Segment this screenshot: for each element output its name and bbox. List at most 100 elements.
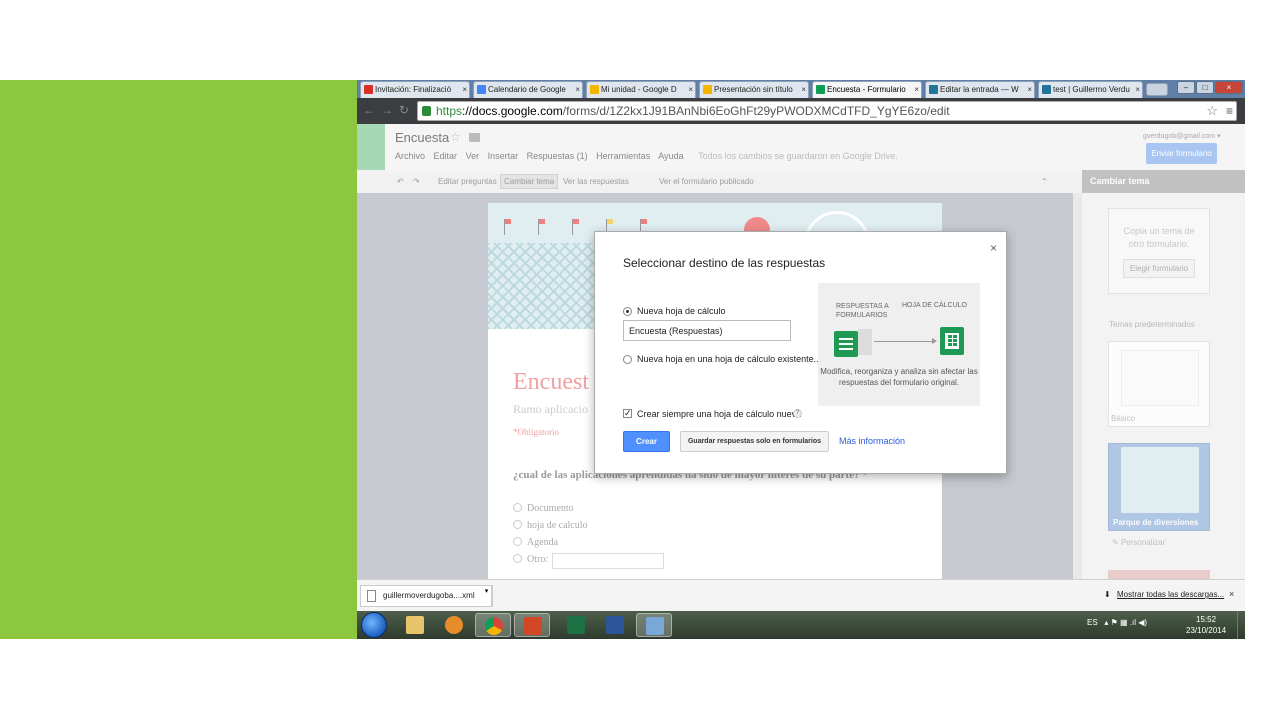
menu-ayuda[interactable]: Ayuda — [658, 151, 683, 161]
user-email[interactable]: gverdugob@gmail.com ▾ — [1143, 132, 1221, 140]
change-theme-button[interactable]: Cambiar tema — [500, 174, 559, 189]
folder-icon[interactable] — [469, 133, 480, 142]
download-icon: ⬇ — [1104, 590, 1111, 599]
tab-label: Mi unidad - Google D — [601, 85, 677, 94]
option-hoja-de-calculo[interactable]: hoja de calculo — [513, 520, 588, 531]
window-close-button[interactable]: × — [1215, 81, 1243, 94]
minimize-button[interactable]: – — [1177, 81, 1195, 94]
undo-icon[interactable]: ↶ — [397, 177, 404, 186]
choose-form-button[interactable]: Elegir formulario — [1122, 259, 1196, 278]
forms-header — [357, 124, 1245, 174]
tab-drive[interactable]: Mi unidad - Google D × — [586, 81, 696, 98]
option-otro[interactable]: Otro: — [513, 554, 548, 565]
menu-herramientas[interactable]: Herramientas — [596, 151, 650, 161]
bookmark-star-icon[interactable]: ☆ — [1206, 102, 1218, 120]
always-new-sheet-checkbox[interactable]: ✓ — [623, 409, 632, 418]
redo-icon[interactable]: ↷ — [413, 177, 420, 186]
close-icon[interactable]: × — [575, 82, 580, 97]
close-icon[interactable]: × — [914, 82, 919, 97]
sheet-name-input[interactable] — [623, 320, 791, 341]
taskbar-network[interactable] — [636, 613, 672, 637]
chrome-menu-icon[interactable]: ≡ — [1226, 102, 1233, 120]
menu-ver[interactable]: Ver — [466, 151, 480, 161]
taskbar-chrome[interactable] — [475, 613, 511, 637]
tab-gmail[interactable]: Invitación: Finalizació × — [360, 81, 470, 98]
info-label-forms: RESPUESTAS A FORMULARIOS — [836, 303, 889, 319]
tab-calendar[interactable]: Calendario de Google × — [473, 81, 583, 98]
taskbar-media-player[interactable] — [436, 613, 472, 637]
chrome-icon — [485, 617, 503, 635]
downloads-bar: guillermoverdugoba....xml ▾ ⬇ Mostrar to… — [357, 579, 1245, 611]
menu-insertar[interactable]: Insertar — [488, 151, 519, 161]
collapse-icon[interactable]: ⌃ — [1041, 177, 1048, 186]
help-icon[interactable]: ? — [793, 409, 802, 418]
download-item[interactable]: guillermoverdugoba....xml — [360, 585, 493, 607]
info-panel: RESPUESTAS A FORMULARIOS HOJA DE CÁLCULO… — [818, 283, 980, 406]
forward-icon[interactable]: → — [381, 103, 393, 117]
view-published-link[interactable]: Ver el formulario publicado — [659, 177, 754, 186]
create-button[interactable]: Crear — [623, 431, 670, 452]
forms-app-icon[interactable] — [357, 124, 385, 170]
clock[interactable]: 15:52 23/10/2014 — [1186, 614, 1226, 636]
media-player-icon — [445, 616, 463, 634]
theme-amusement-park[interactable]: Parque de diversiones — [1108, 443, 1210, 531]
close-icon[interactable]: × — [1027, 82, 1032, 97]
tab-wordpress-edit[interactable]: Editar la entrada — W × — [925, 81, 1035, 98]
close-icon[interactable]: × — [1135, 82, 1140, 97]
excel-icon — [567, 616, 585, 634]
radio-existing-sheet[interactable] — [623, 355, 632, 364]
taskbar-word[interactable] — [597, 613, 633, 637]
theme-basic[interactable]: Básico — [1108, 341, 1210, 427]
close-icon[interactable]: × — [688, 82, 693, 97]
taskbar-excel[interactable] — [558, 613, 594, 637]
back-icon[interactable]: ← — [363, 103, 375, 117]
arrow-line — [874, 341, 934, 342]
view-responses-link[interactable]: Ver las respuestas — [563, 177, 629, 186]
edit-questions-button[interactable]: Editar preguntas — [438, 177, 497, 186]
option-documento[interactable]: Documento — [513, 503, 574, 514]
menu-respuestas[interactable]: Respuestas (1) — [527, 151, 588, 161]
always-new-sheet-label[interactable]: Crear siempre una hoja de cálculo nueva — [637, 409, 801, 419]
new-tab-button[interactable] — [1146, 83, 1168, 96]
radio-existing-sheet-label[interactable]: Nueva hoja en una hoja de cálculo existe… — [637, 354, 821, 364]
show-all-downloads-link[interactable]: Mostrar todas las descargas... — [1117, 590, 1224, 599]
option-agenda[interactable]: Agenda — [513, 537, 558, 548]
more-info-link[interactable]: Más información — [839, 436, 905, 446]
language-indicator[interactable]: ES — [1087, 618, 1098, 627]
doc-title[interactable]: Encuesta — [395, 130, 449, 145]
tab-wordpress-test[interactable]: test | Guillermo Verdu × — [1038, 81, 1143, 98]
taskbar-powerpoint[interactable] — [514, 613, 550, 637]
menu-editar[interactable]: Editar — [434, 151, 458, 161]
browser-toolbar: ← → ↻ https://docs.google.com/forms/d/1Z… — [357, 98, 1245, 124]
maximize-button[interactable]: □ — [1196, 81, 1214, 94]
close-icon[interactable]: × — [990, 241, 997, 255]
tray-icons[interactable]: ▴ ⚑ ▦ .ıl ◀) — [1100, 618, 1147, 627]
info-label-sheet: HOJA DE CÁLCULO — [902, 302, 967, 309]
send-form-button[interactable]: Enviar formulario — [1146, 143, 1217, 164]
radio-new-sheet[interactable] — [623, 307, 632, 316]
radio-new-sheet-label[interactable]: Nueva hoja de cálculo — [637, 306, 726, 316]
other-input[interactable] — [552, 553, 664, 569]
address-bar[interactable]: https://docs.google.com/forms/d/1Z2kx1J9… — [417, 101, 1237, 121]
tab-label: test | Guillermo Verdu — [1053, 85, 1130, 94]
flag-decoration — [505, 219, 511, 224]
tab-slides[interactable]: Presentación sin título × — [699, 81, 809, 98]
close-icon[interactable]: × — [1229, 589, 1234, 599]
windows-taskbar: ES ▴ ⚑ ▦ .ıl ◀) 15:52 23/10/2014 — [357, 611, 1245, 639]
close-icon[interactable]: × — [462, 82, 467, 97]
close-icon[interactable]: × — [801, 82, 806, 97]
menu-archivo[interactable]: Archivo — [395, 151, 425, 161]
copy-theme-box: Copia un tema de otro formulario. Elegir… — [1108, 208, 1210, 294]
star-icon[interactable]: ☆ — [450, 130, 461, 144]
customize-label: Personalizar — [1120, 538, 1166, 547]
wordpress-icon — [929, 85, 938, 94]
show-desktop-button[interactable] — [1237, 611, 1245, 639]
reload-icon[interactable]: ↻ — [399, 103, 409, 117]
tab-forms[interactable]: Encuesta - Formulario × — [812, 81, 922, 98]
start-button[interactable] — [361, 612, 387, 638]
customize-link[interactable]: ✎ Personalizar — [1112, 538, 1165, 547]
download-menu-icon[interactable]: ▾ — [482, 585, 492, 607]
taskbar-explorer[interactable] — [397, 613, 433, 637]
tab-label: Presentación sin título — [714, 85, 793, 94]
save-forms-only-button[interactable]: Guardar respuestas solo en formularios — [680, 431, 829, 452]
